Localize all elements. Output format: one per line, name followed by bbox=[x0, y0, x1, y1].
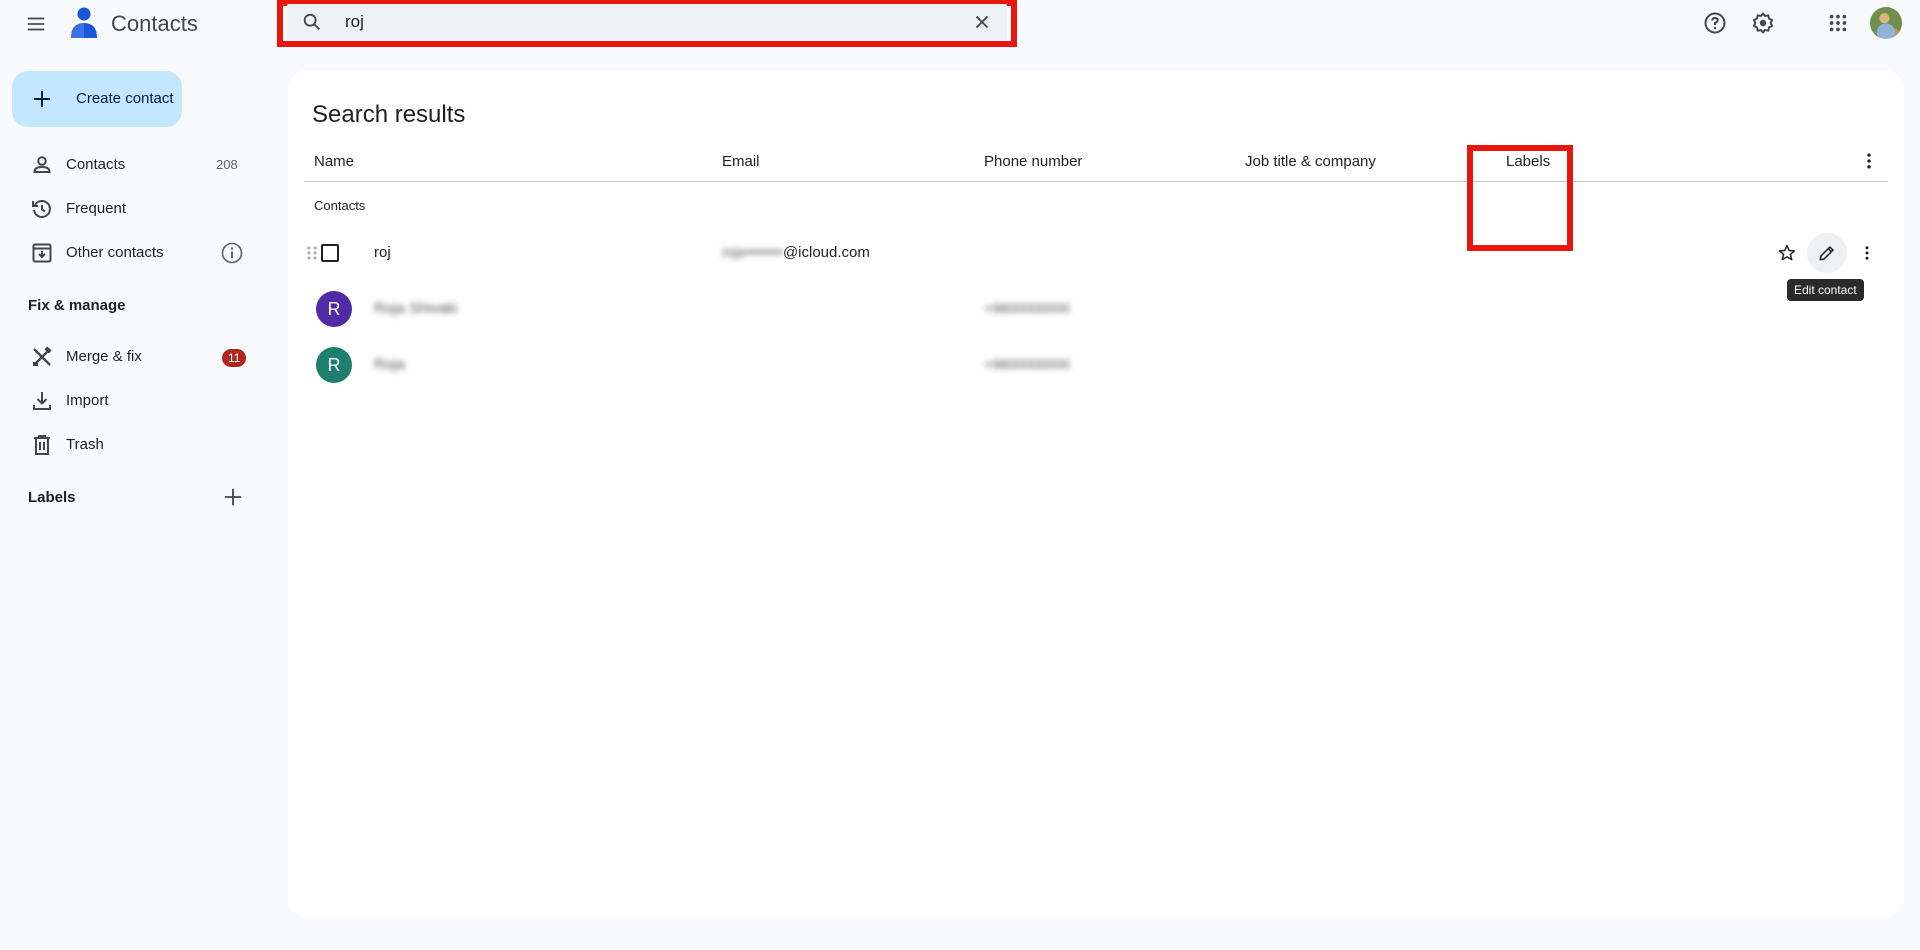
top-bar: Contacts bbox=[0, 0, 1920, 47]
pencil-icon bbox=[1819, 246, 1834, 261]
contact-email: rojx•••••••@icloud.com bbox=[722, 244, 870, 261]
column-header-phone[interactable]: Phone number bbox=[984, 153, 1082, 170]
email-blurred-part: rojx••••••• bbox=[722, 244, 783, 261]
edit-contact-tooltip: Edit contact bbox=[1787, 279, 1864, 301]
contacts-logo-icon bbox=[71, 7, 97, 38]
contact-name: Roja bbox=[374, 356, 405, 373]
contact-phone: +9800000000 bbox=[984, 356, 1071, 372]
settings-button[interactable] bbox=[1749, 9, 1777, 37]
account-avatar[interactable] bbox=[1870, 7, 1902, 39]
column-options-button[interactable] bbox=[1858, 150, 1880, 172]
column-header-email[interactable]: Email bbox=[722, 153, 760, 170]
search-icon[interactable] bbox=[301, 11, 323, 33]
fix-manage-heading: Fix & manage bbox=[28, 297, 126, 314]
table-row[interactable]: roj rojx•••••••@icloud.com bbox=[304, 225, 1888, 281]
labels-heading: Labels bbox=[28, 489, 76, 506]
more-vert-icon bbox=[1867, 153, 1871, 169]
hamburger-menu-icon bbox=[27, 17, 45, 31]
apps-button[interactable] bbox=[1824, 9, 1852, 37]
sidebar-item-label: Import bbox=[66, 392, 109, 409]
row-checkbox[interactable] bbox=[321, 244, 339, 262]
contacts-count: 208 bbox=[216, 157, 238, 172]
merge-fix-badge: 11 bbox=[222, 349, 247, 367]
sidebar-item-label: Contacts bbox=[66, 156, 126, 173]
column-header-name[interactable]: Name bbox=[314, 153, 354, 170]
search-bar[interactable] bbox=[287, 4, 1007, 40]
create-contact-button[interactable]: Create contact bbox=[12, 71, 182, 127]
clear-search-icon[interactable] bbox=[971, 11, 993, 33]
table-header: Name Email Phone number Job title & comp… bbox=[304, 144, 1888, 182]
history-icon bbox=[32, 200, 51, 218]
app-title: Contacts bbox=[111, 11, 198, 36]
email-domain: @icloud.com bbox=[782, 244, 870, 261]
settings-icon bbox=[1753, 12, 1773, 34]
plus-icon bbox=[34, 91, 50, 107]
star-outline-icon bbox=[1778, 244, 1796, 261]
help-icon bbox=[1704, 12, 1726, 34]
sidebar-item-merge-fix[interactable]: Merge & fix 11 bbox=[0, 337, 270, 377]
sidebar-item-trash[interactable]: Trash bbox=[0, 425, 270, 465]
drag-handle-icon[interactable] bbox=[306, 245, 318, 261]
sidebar-item-label: Trash bbox=[66, 436, 104, 453]
trash-icon bbox=[34, 435, 50, 455]
page-title: Search results bbox=[312, 101, 466, 128]
plus-icon bbox=[224, 488, 242, 506]
contact-avatar: R bbox=[316, 291, 352, 327]
group-label: Contacts bbox=[314, 198, 366, 213]
sidebar-item-other-contacts[interactable]: Other contacts bbox=[0, 233, 270, 273]
sidebar-item-import[interactable]: Import bbox=[0, 381, 270, 421]
merge-tools-icon bbox=[33, 346, 52, 366]
person-icon bbox=[33, 156, 51, 173]
add-label-button[interactable] bbox=[220, 484, 246, 510]
search-input[interactable] bbox=[345, 9, 905, 35]
star-contact-button[interactable] bbox=[1767, 233, 1807, 273]
contact-avatar: R bbox=[316, 347, 352, 383]
contact-name: roj bbox=[374, 244, 391, 261]
table-row[interactable]: R Roja +9800000000 bbox=[304, 337, 1888, 393]
create-contact-label: Create contact bbox=[76, 90, 174, 107]
edit-contact-button[interactable] bbox=[1807, 233, 1847, 273]
sidebar-item-label: Merge & fix bbox=[66, 348, 142, 365]
sidebar-item-frequent[interactable]: Frequent bbox=[0, 189, 270, 229]
contact-phone: +9800000000 bbox=[984, 300, 1071, 316]
info-icon[interactable] bbox=[220, 241, 244, 265]
download-icon bbox=[33, 392, 51, 410]
column-header-job[interactable]: Job title & company bbox=[1245, 153, 1376, 170]
main-menu-button[interactable] bbox=[20, 8, 52, 40]
sidebar-item-contacts[interactable]: Contacts 208 bbox=[0, 145, 270, 185]
more-actions-button[interactable] bbox=[1847, 233, 1887, 273]
contacts-logo bbox=[68, 6, 100, 40]
sidebar-item-label: Other contacts bbox=[66, 244, 164, 261]
row-actions-highlight-box bbox=[1467, 145, 1573, 251]
table-row[interactable]: R Roja Shivaki +9800000000 bbox=[304, 281, 1888, 337]
sidebar-item-label: Frequent bbox=[66, 200, 127, 217]
more-vert-icon bbox=[1865, 246, 1869, 260]
help-button[interactable] bbox=[1701, 9, 1729, 37]
apps-grid-icon bbox=[1829, 14, 1847, 32]
archive-download-icon bbox=[32, 243, 52, 263]
main-panel: Search results Name Email Phone number J… bbox=[288, 70, 1904, 918]
contact-name: Roja Shivaki bbox=[374, 300, 458, 317]
